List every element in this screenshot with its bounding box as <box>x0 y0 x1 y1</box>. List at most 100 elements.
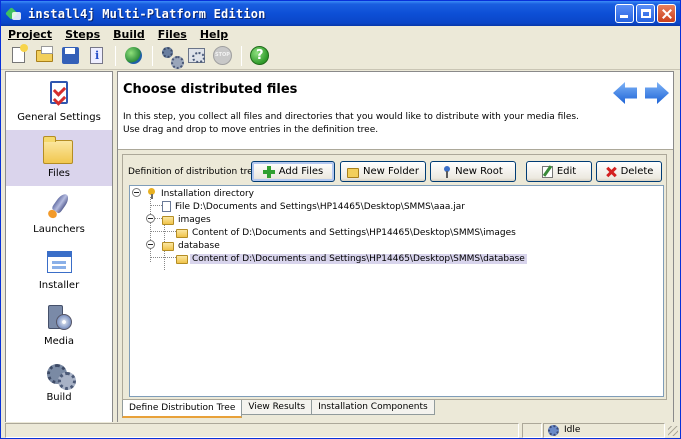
distribution-tree-panel: Definition of distribution tree: Add Fil… <box>122 154 667 400</box>
folder-icon <box>43 136 73 164</box>
idle-gear-icon <box>548 425 559 436</box>
status-progress-cell <box>522 423 542 438</box>
step-body: Definition of distribution tree: Add Fil… <box>118 150 673 424</box>
toolbar-separator <box>152 45 153 66</box>
new-root-button[interactable]: New Root <box>430 161 516 182</box>
tree-expander[interactable] <box>146 214 155 223</box>
next-button[interactable] <box>645 82 669 104</box>
sidebar-item-installer[interactable]: Installer <box>6 242 112 298</box>
sidebar-item-general-settings[interactable]: General Settings <box>6 74 112 130</box>
folder-icon <box>162 215 174 225</box>
back-button[interactable] <box>613 82 637 104</box>
stop-build-icon[interactable] <box>212 45 233 66</box>
add-icon <box>262 165 275 178</box>
root-pin-icon <box>443 165 451 178</box>
sidebar-item-label: Media <box>43 336 75 347</box>
maximize-button[interactable] <box>636 4 655 23</box>
sidebar-item-label: General Settings <box>17 112 101 123</box>
tab-bar: Define Distribution Tree View Results In… <box>122 400 435 418</box>
root-pin-icon <box>147 188 157 199</box>
edit-label: Edit <box>556 166 577 177</box>
tree-node-label: File D:\Documents and Settings\HP14465\D… <box>175 201 465 212</box>
add-files-button[interactable]: Add Files <box>251 161 335 182</box>
tree-node-file-aaa-jar[interactable]: File D:\Documents and Settings\HP14465\D… <box>162 200 467 213</box>
tree-expander[interactable] <box>146 240 155 249</box>
status-state: Idle <box>564 425 581 435</box>
page-description: In this step, you collect all files and … <box>123 112 579 135</box>
distribution-tree[interactable]: Installation directory File D:\Documents… <box>129 185 664 397</box>
tree-node-label: Installation directory <box>161 188 254 199</box>
tree-node-label: Content of D:\Documents and Settings\HP1… <box>190 253 527 264</box>
new-folder-label: New Folder <box>363 166 419 177</box>
tree-node-installation-directory[interactable]: Installation directory <box>147 187 256 200</box>
maximize-icon <box>641 9 651 18</box>
tab-installation-components[interactable]: Installation Components <box>311 400 435 415</box>
tree-node-label: database <box>178 240 220 251</box>
arrow-left-icon <box>613 82 637 104</box>
close-button[interactable] <box>657 4 676 23</box>
build-project-icon[interactable] <box>186 45 207 66</box>
rocket-icon <box>48 193 70 219</box>
status-message-cell <box>5 423 519 438</box>
folder-icon <box>347 167 360 178</box>
arrow-right-icon <box>645 82 669 104</box>
tree-node-images-content[interactable]: Content of D:\Documents and Settings\HP1… <box>176 226 518 239</box>
delete-label: Delete <box>620 166 654 177</box>
tree-expander[interactable] <box>132 188 141 197</box>
status-state-cell: Idle <box>543 423 665 438</box>
sidebar-item-label: Launchers <box>33 224 85 235</box>
tree-node-database-content[interactable]: Content of D:\Documents and Settings\HP1… <box>176 252 527 265</box>
new-project-icon[interactable] <box>8 44 29 66</box>
minimize-icon <box>620 15 628 18</box>
toolbar <box>1 42 680 70</box>
toolbar-separator <box>241 45 242 66</box>
tree-label: Definition of distribution tree: <box>128 167 262 177</box>
edit-icon <box>541 165 553 178</box>
sidebar-item-media[interactable]: Media <box>6 298 112 354</box>
start-build-icon[interactable] <box>123 45 144 66</box>
sidebar-item-build[interactable]: Build <box>6 354 112 410</box>
open-project-icon[interactable] <box>34 45 55 66</box>
step-header: Choose distributed files In this step, y… <box>118 72 673 150</box>
media-disc-icon <box>48 305 72 331</box>
gears-icon <box>47 361 76 390</box>
folder-icon <box>176 254 188 264</box>
file-icon <box>162 201 171 212</box>
menu-files[interactable]: Files <box>158 28 187 41</box>
tab-define-distribution-tree[interactable]: Define Distribution Tree <box>122 400 243 418</box>
tree-node-label: Content of D:\Documents and Settings\HP1… <box>192 227 516 238</box>
tab-view-results[interactable]: View Results <box>241 400 313 415</box>
step-sidebar: General Settings Files Launchers Install… <box>5 71 113 424</box>
delete-icon <box>605 166 617 178</box>
tree-node-database[interactable]: database <box>162 239 222 252</box>
sidebar-item-launchers[interactable]: Launchers <box>6 186 112 242</box>
menu-steps[interactable]: Steps <box>65 28 100 41</box>
project-info-icon[interactable] <box>86 45 107 66</box>
resize-grip[interactable] <box>668 426 678 436</box>
build-settings-icon[interactable] <box>160 45 184 69</box>
step-content: Choose distributed files In this step, y… <box>117 71 674 425</box>
minimize-button[interactable] <box>615 4 634 23</box>
installer-window-icon <box>47 251 72 273</box>
menu-bar: Project Steps Build Files Help <box>1 26 680 42</box>
page-title: Choose distributed files <box>123 82 298 97</box>
new-folder-button[interactable]: New Folder <box>340 161 426 182</box>
menu-project[interactable]: Project <box>8 28 52 41</box>
checklist-icon <box>50 81 68 104</box>
delete-button[interactable]: Delete <box>596 161 662 182</box>
help-icon[interactable] <box>249 45 270 66</box>
menu-help[interactable]: Help <box>200 28 228 41</box>
title-bar: install4j Multi-Platform Edition <box>1 1 680 26</box>
save-project-icon[interactable] <box>60 45 81 66</box>
edit-button[interactable]: Edit <box>526 161 592 182</box>
sidebar-item-files[interactable]: Files <box>6 130 112 186</box>
app-window: install4j Multi-Platform Edition Project… <box>0 0 681 439</box>
folder-icon <box>176 228 188 238</box>
status-bar: Idle <box>1 422 680 438</box>
window-title: install4j Multi-Platform Edition <box>28 6 266 21</box>
app-logo-icon[interactable] <box>5 6 22 22</box>
folder-icon <box>162 241 174 251</box>
tree-node-images[interactable]: images <box>162 213 213 226</box>
menu-build[interactable]: Build <box>113 28 145 41</box>
toolbar-separator <box>115 45 116 66</box>
